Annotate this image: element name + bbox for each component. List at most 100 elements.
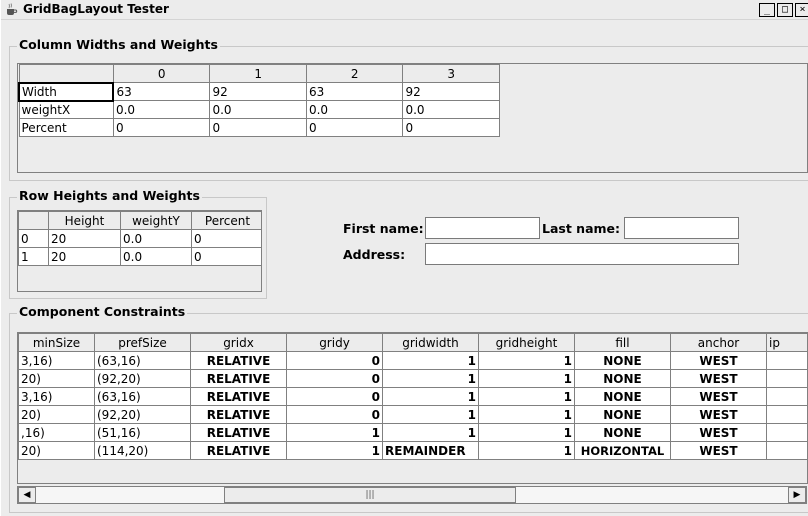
column-header[interactable]: 2: [305, 64, 404, 83]
table-cell[interactable]: 20): [18, 405, 95, 424]
table-cell[interactable]: 0: [286, 369, 383, 388]
column-header[interactable]: prefSize: [94, 333, 191, 352]
table-cell[interactable]: 0: [112, 118, 211, 137]
column-header[interactable]: [18, 64, 114, 83]
table-cell[interactable]: 1: [286, 423, 383, 442]
column-header[interactable]: minSize: [18, 333, 95, 352]
table-cell[interactable]: 0: [191, 229, 261, 248]
table-cell[interactable]: 0: [305, 118, 404, 137]
table-cell[interactable]: WEST: [670, 351, 767, 370]
table-cell[interactable]: [766, 423, 807, 442]
table-cell[interactable]: 1: [382, 405, 479, 424]
column-header[interactable]: fill: [574, 333, 671, 352]
horizontal-scrollbar[interactable]: ◀ ||| ▶: [17, 486, 807, 504]
scrollbar-thumb[interactable]: |||: [224, 487, 516, 503]
table-cell[interactable]: 1: [18, 247, 49, 266]
scroll-left-button[interactable]: ◀: [18, 487, 36, 503]
column-header[interactable]: Height: [48, 211, 121, 230]
table-cell[interactable]: 0.0: [402, 100, 500, 119]
table-cell[interactable]: 1: [382, 351, 479, 370]
table-cell[interactable]: RELATIVE: [190, 369, 287, 388]
table-cell[interactable]: 0.0: [112, 100, 211, 119]
table-cell[interactable]: 3,16): [18, 351, 95, 370]
table-cell[interactable]: 1: [478, 423, 575, 442]
table-cell[interactable]: RELATIVE: [190, 351, 287, 370]
table-cell[interactable]: 92: [402, 82, 500, 101]
column-header[interactable]: gridwidth: [382, 333, 479, 352]
table-cell[interactable]: 1: [382, 423, 479, 442]
first-name-field[interactable]: [425, 217, 540, 239]
maximize-button[interactable]: □: [777, 3, 793, 17]
table-cell[interactable]: [766, 369, 807, 388]
column-header[interactable]: anchor: [670, 333, 767, 352]
address-field[interactable]: [425, 243, 739, 265]
table-cell[interactable]: NONE: [574, 369, 671, 388]
table-cell[interactable]: [766, 351, 807, 370]
table-cell[interactable]: 20: [48, 229, 121, 248]
table-cell[interactable]: Percent: [18, 118, 114, 137]
table-cell[interactable]: 20): [18, 441, 95, 460]
table-cell[interactable]: 0: [286, 351, 383, 370]
table-cell[interactable]: [766, 387, 807, 406]
table-cell[interactable]: WEST: [670, 423, 767, 442]
table-cell[interactable]: ,16): [18, 423, 95, 442]
table-cell[interactable]: RELATIVE: [190, 441, 287, 460]
table-cell[interactable]: (114,20): [94, 441, 191, 460]
table-cell[interactable]: 1: [478, 405, 575, 424]
table-cell[interactable]: 1: [478, 351, 575, 370]
component-constraints-table[interactable]: minSize prefSize gridx gridy gridwidth g…: [17, 332, 808, 484]
table-cell[interactable]: RELATIVE: [190, 405, 287, 424]
table-cell[interactable]: [766, 441, 807, 460]
table-cell[interactable]: WEST: [670, 387, 767, 406]
table-cell[interactable]: 92: [209, 82, 307, 101]
table-cell[interactable]: 1: [382, 387, 479, 406]
table-cell[interactable]: NONE: [574, 351, 671, 370]
column-header[interactable]: ip: [766, 333, 807, 352]
column-header[interactable]: gridx: [190, 333, 287, 352]
table-cell[interactable]: (63,16): [94, 387, 191, 406]
table-cell[interactable]: HORIZONTAL: [574, 441, 671, 460]
table-cell[interactable]: 20: [48, 247, 121, 266]
table-cell[interactable]: RELATIVE: [190, 387, 287, 406]
close-button[interactable]: ×: [795, 3, 808, 17]
title-bar[interactable]: GridBagLayout Tester _ □ ×: [1, 0, 808, 20]
table-cell[interactable]: 0: [286, 405, 383, 424]
table-cell[interactable]: NONE: [574, 405, 671, 424]
table-cell[interactable]: 0: [209, 118, 307, 137]
table-cell[interactable]: 0.0: [305, 100, 404, 119]
table-cell[interactable]: 63: [305, 82, 404, 101]
column-header[interactable]: 3: [402, 64, 500, 83]
table-cell[interactable]: RELATIVE: [190, 423, 287, 442]
table-cell[interactable]: 3,16): [18, 387, 95, 406]
table-cell[interactable]: 1: [478, 441, 575, 460]
table-cell[interactable]: NONE: [574, 387, 671, 406]
table-cell[interactable]: 0: [286, 387, 383, 406]
table-cell[interactable]: 0: [402, 118, 500, 137]
table-cell[interactable]: 0: [191, 247, 261, 266]
table-cell[interactable]: (51,16): [94, 423, 191, 442]
table-cell[interactable]: 0.0: [120, 229, 192, 248]
column-header[interactable]: weightY: [120, 211, 192, 230]
table-cell[interactable]: 1: [478, 369, 575, 388]
column-widths-table[interactable]: 0 1 2 3 Width 63 92 63 92 weightX 0.0 0.…: [17, 63, 808, 173]
table-cell[interactable]: [766, 405, 807, 424]
table-cell[interactable]: 20): [18, 369, 95, 388]
table-cell[interactable]: 0.0: [209, 100, 307, 119]
column-header[interactable]: [18, 211, 49, 230]
table-cell[interactable]: 0.0: [120, 247, 192, 266]
column-header[interactable]: 0: [112, 64, 211, 83]
table-cell[interactable]: (63,16): [94, 351, 191, 370]
table-cell[interactable]: NONE: [574, 423, 671, 442]
column-header[interactable]: gridy: [286, 333, 383, 352]
table-cell[interactable]: 1: [478, 387, 575, 406]
table-cell[interactable]: WEST: [670, 405, 767, 424]
column-header[interactable]: 1: [209, 64, 307, 83]
table-cell[interactable]: (92,20): [94, 369, 191, 388]
table-cell[interactable]: 1: [286, 441, 383, 460]
table-cell[interactable]: 1: [382, 369, 479, 388]
minimize-button[interactable]: _: [759, 3, 775, 17]
table-cell[interactable]: WEST: [670, 369, 767, 388]
scroll-right-button[interactable]: ▶: [788, 487, 806, 503]
table-cell[interactable]: weightX: [18, 100, 114, 119]
table-cell[interactable]: (92,20): [94, 405, 191, 424]
